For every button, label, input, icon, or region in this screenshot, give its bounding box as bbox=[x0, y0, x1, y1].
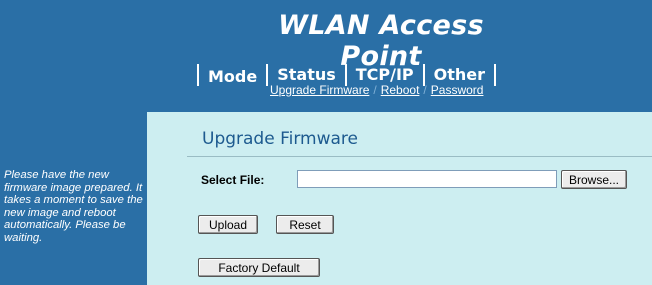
subnav-separator: / bbox=[423, 83, 427, 97]
subnav-reboot-link[interactable]: Reboot bbox=[381, 83, 420, 97]
subnav-password-link[interactable]: Password bbox=[431, 83, 484, 97]
header-bar: WLAN Access Point Mode Status TCP/IP Oth… bbox=[0, 0, 652, 112]
main-content: Upgrade Firmware Select File: Browse... … bbox=[147, 112, 652, 285]
subnav-separator: / bbox=[373, 83, 377, 97]
page-title: Upgrade Firmware bbox=[202, 129, 358, 149]
select-file-label: Select File: bbox=[201, 173, 265, 187]
subnav: Upgrade Firmware / Reboot / Password bbox=[270, 83, 483, 97]
help-text: Please have the new firmware image prepa… bbox=[4, 169, 143, 244]
sidebar: Please have the new firmware image prepa… bbox=[0, 112, 147, 285]
factory-default-button[interactable]: Factory Default bbox=[198, 258, 320, 277]
tab-mode[interactable]: Mode bbox=[197, 64, 266, 86]
file-path-input[interactable] bbox=[297, 170, 557, 188]
divider bbox=[187, 156, 652, 157]
upload-button[interactable]: Upload bbox=[198, 215, 258, 234]
subnav-upgrade-firmware-link[interactable]: Upgrade Firmware bbox=[270, 83, 369, 97]
browse-button[interactable]: Browse... bbox=[561, 170, 627, 189]
reset-button[interactable]: Reset bbox=[276, 215, 334, 234]
